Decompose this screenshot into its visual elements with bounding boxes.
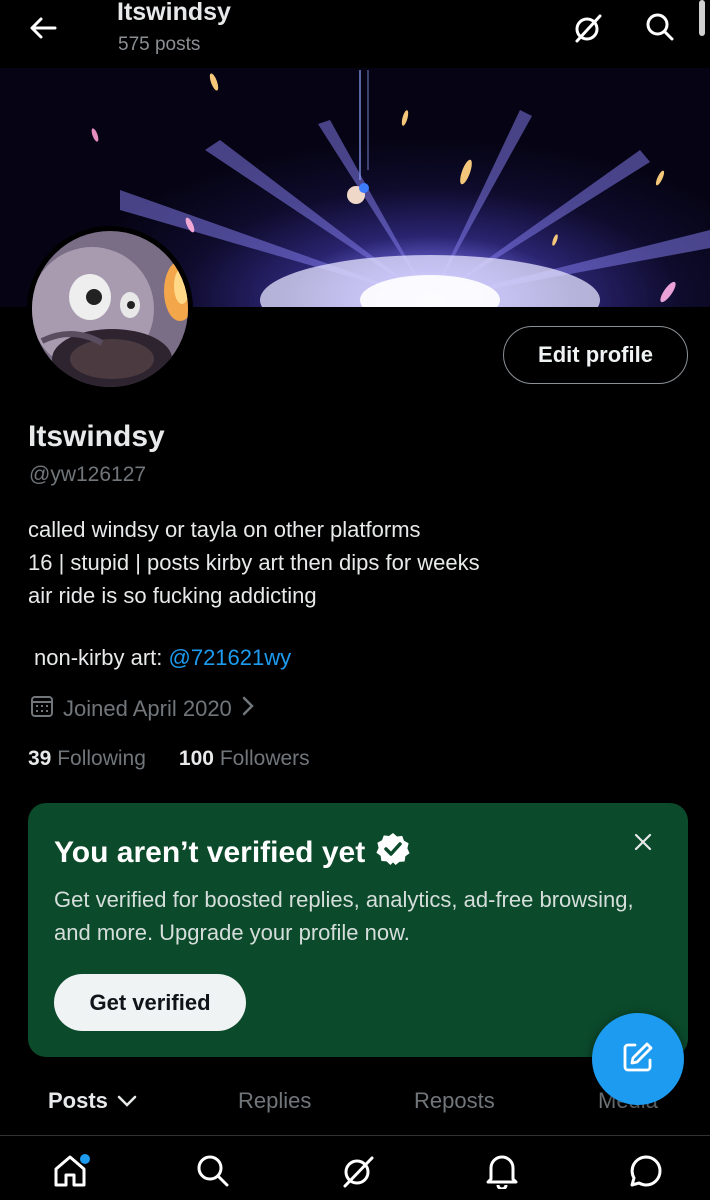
search-icon[interactable] — [640, 8, 680, 46]
grok-icon[interactable] — [570, 10, 606, 46]
top-bar: Itswindsy 575 posts — [0, 0, 710, 68]
edit-profile-button[interactable]: Edit profile — [503, 326, 688, 384]
bio-line: air ride is so fucking addicting — [28, 583, 317, 608]
nav-notifications[interactable] — [480, 1151, 524, 1195]
nav-grok[interactable] — [336, 1151, 380, 1195]
bio-line: called windsy or tayla on other platform… — [28, 517, 421, 542]
profile-name: Itswindsy — [28, 420, 165, 453]
following-link[interactable]: 39 Following — [28, 747, 146, 771]
close-icon[interactable] — [628, 827, 658, 857]
nav-search[interactable] — [191, 1151, 235, 1195]
bio-nonkirby-line: non-kirby art: @721621wy — [34, 645, 291, 671]
joined-text: Joined April 2020 — [63, 696, 232, 721]
tab-replies[interactable]: Replies — [238, 1088, 311, 1114]
chevron-down-icon — [116, 1088, 138, 1114]
follow-stats: 39 Following 100 Followers — [28, 747, 310, 771]
tab-posts[interactable]: Posts — [48, 1088, 138, 1114]
following-count: 39 — [28, 747, 52, 770]
get-verified-button[interactable]: Get verified — [54, 974, 246, 1031]
followers-count: 100 — [178, 747, 214, 770]
nonkirby-link[interactable]: @721621wy — [169, 645, 292, 670]
avatar-image — [32, 231, 188, 387]
verification-title-text: You aren’t verified yet — [54, 836, 366, 869]
bottom-navigation — [0, 1137, 710, 1200]
profile-handle: @yw126127 — [29, 463, 147, 486]
back-arrow-icon[interactable] — [22, 10, 64, 46]
verification-description: Get verified for boosted replies, analyt… — [54, 887, 634, 945]
followers-label: Followers — [219, 747, 310, 770]
post-count: 575 posts — [118, 34, 201, 55]
tab-label: Posts — [48, 1088, 108, 1113]
nonkirby-label: non-kirby art: — [34, 645, 169, 670]
grok-icon — [340, 1153, 376, 1194]
verified-badge-icon — [375, 831, 411, 875]
search-icon — [196, 1154, 230, 1193]
calendar-icon — [30, 694, 54, 724]
header-title: Itswindsy — [117, 0, 231, 26]
bio-line: 16 | stupid | posts kirby art then dips … — [28, 550, 480, 575]
profile-bio: called windsy or tayla on other platform… — [28, 513, 480, 612]
verification-title: You aren’t verified yet — [54, 831, 411, 875]
avatar[interactable] — [27, 226, 193, 392]
notification-dot — [80, 1154, 90, 1164]
compose-icon — [621, 1040, 655, 1079]
following-label: Following — [57, 747, 146, 770]
compose-button[interactable] — [592, 1013, 684, 1105]
chevron-right-icon — [241, 695, 255, 723]
messages-icon — [628, 1153, 664, 1194]
followers-link[interactable]: 100 Followers — [179, 747, 310, 771]
joined-date[interactable]: Joined April 2020 — [30, 694, 255, 724]
bell-icon — [485, 1153, 519, 1194]
nav-messages[interactable] — [624, 1151, 668, 1195]
verification-card: You aren’t verified yet Get verified for… — [28, 803, 688, 1057]
tab-reposts[interactable]: Reposts — [414, 1088, 495, 1114]
scrollbar[interactable] — [699, 0, 705, 36]
